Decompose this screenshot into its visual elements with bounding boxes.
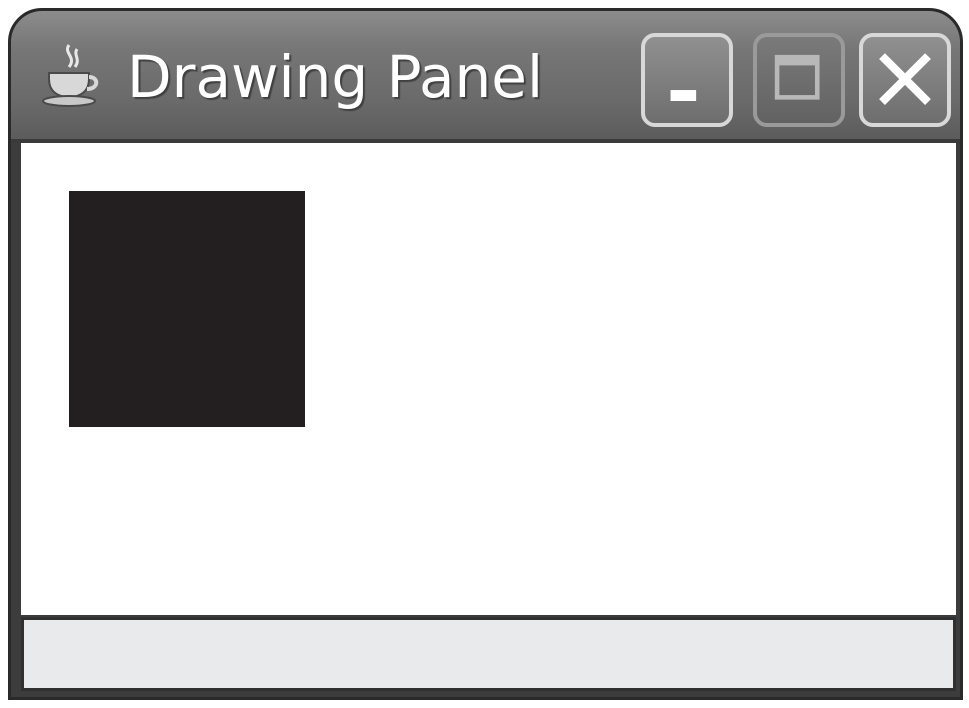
window-title: Drawing Panel [127,43,544,111]
minimize-button[interactable] [641,33,733,127]
close-icon [879,53,931,105]
maximize-icon [774,54,820,100]
minimize-icon [670,90,697,101]
drawing-panel-window: Drawing Panel [8,8,963,700]
drawing-canvas [21,143,956,615]
title-bar[interactable]: Drawing Panel [11,11,960,143]
java-coffee-cup-icon[interactable] [35,39,107,111]
filled-square [69,191,305,427]
close-button[interactable] [859,33,951,127]
status-bar [21,617,956,691]
maximize-button[interactable] [753,33,845,127]
